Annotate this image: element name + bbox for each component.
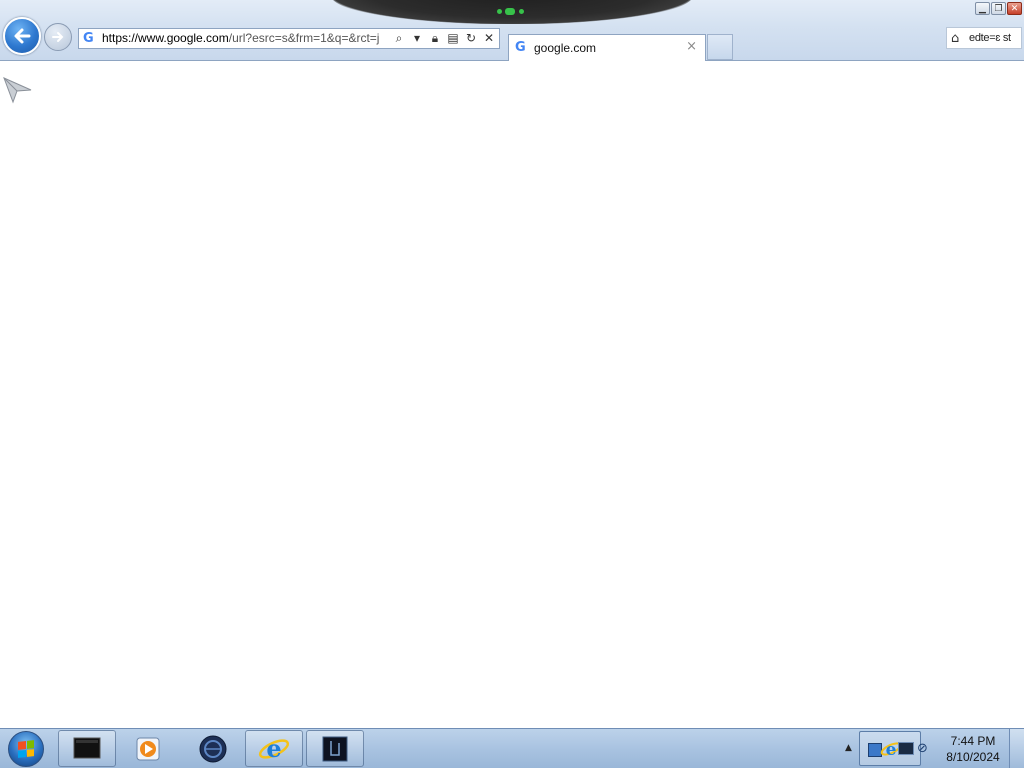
camera-led-left (497, 9, 502, 14)
start-button[interactable] (8, 731, 44, 767)
media-player-icon (136, 737, 160, 760)
taskbar-item-media[interactable] (119, 730, 177, 767)
page-content (0, 61, 1024, 728)
refresh-icon[interactable]: ↻ (465, 31, 477, 46)
globe-app-icon (199, 735, 227, 762)
browser-toolbar: G https://www.google.com/url?esrc=s&frm=… (0, 0, 1024, 61)
address-icons: ⌕ ▾ 🔒︎ ▤ ↻ ✕ (393, 31, 495, 46)
windows-logo-icon (18, 740, 34, 758)
clock-time: 7:44 PM (950, 734, 996, 748)
minimize-button[interactable]: ▁ (975, 2, 990, 15)
app-black-window-icon (73, 737, 101, 758)
show-hidden-icons-icon[interactable]: ▲ (845, 743, 852, 753)
tray-monitor-icon[interactable] (898, 742, 914, 755)
search-icon[interactable]: ⌕ (393, 31, 405, 46)
taskbar-item-internet-explorer[interactable]: e (245, 730, 303, 767)
taskbar-item-dark-app[interactable] (306, 730, 364, 767)
taskbar-item-globe[interactable] (184, 730, 242, 767)
tab-close-icon[interactable]: × (686, 39, 697, 54)
taskbar: e ▲ e ⊘ 7:44 PM 8/10/2024 (0, 728, 1024, 768)
lock-icon[interactable]: 🔒︎ (429, 31, 441, 46)
notification-area: e (859, 731, 921, 766)
stop-icon[interactable]: ✕ (483, 31, 495, 46)
dropdown-icon[interactable]: ▾ (411, 31, 423, 46)
tab-google[interactable]: G google.com × (508, 34, 706, 61)
toolbar-right: ⌂ edte=ɛ st (946, 27, 1022, 49)
clock-date: 8/10/2024 (946, 750, 1000, 764)
dark-app-icon (322, 736, 348, 761)
svg-text:e: e (886, 740, 897, 760)
google-favicon-icon: G (83, 31, 94, 46)
url-path: /url?esrc=s&frm=1&q=&rct=j (228, 31, 380, 45)
address-bar[interactable]: G https://www.google.com/url?esrc=s&frm=… (78, 28, 500, 49)
new-tab-button[interactable] (707, 34, 733, 60)
url-host: https://www.google.com (102, 31, 229, 45)
url-field[interactable]: https://www.google.com/url?esrc=s&frm=1&… (102, 31, 402, 45)
camera-led-right (519, 9, 524, 14)
mouse-pointer-icon (3, 77, 32, 104)
home-icon[interactable]: ⌂ (951, 31, 959, 46)
back-arrow-icon (14, 28, 31, 44)
tab-title: google.com (534, 41, 597, 55)
compatibility-icon[interactable]: ▤ (447, 31, 459, 46)
show-desktop-button[interactable] (1009, 729, 1024, 768)
taskbar-item-app1[interactable] (58, 730, 116, 767)
forward-button[interactable] (44, 23, 72, 51)
network-icon[interactable]: ⊘ (917, 741, 928, 756)
toolbar-right-text[interactable]: edte=ɛ st (969, 32, 1011, 44)
internet-explorer-icon: e (258, 734, 290, 763)
system-clock[interactable]: 7:44 PM 8/10/2024 (938, 733, 1008, 765)
close-button[interactable]: ✕ (1007, 2, 1022, 15)
window-controls: ▁ ❐ ✕ (975, 2, 1022, 15)
google-favicon-icon: G (515, 40, 526, 55)
camera-led (505, 8, 515, 15)
back-button[interactable] (3, 17, 41, 55)
forward-arrow-icon (52, 32, 64, 42)
svg-text:e: e (266, 734, 281, 763)
restore-button[interactable]: ❐ (991, 2, 1006, 15)
